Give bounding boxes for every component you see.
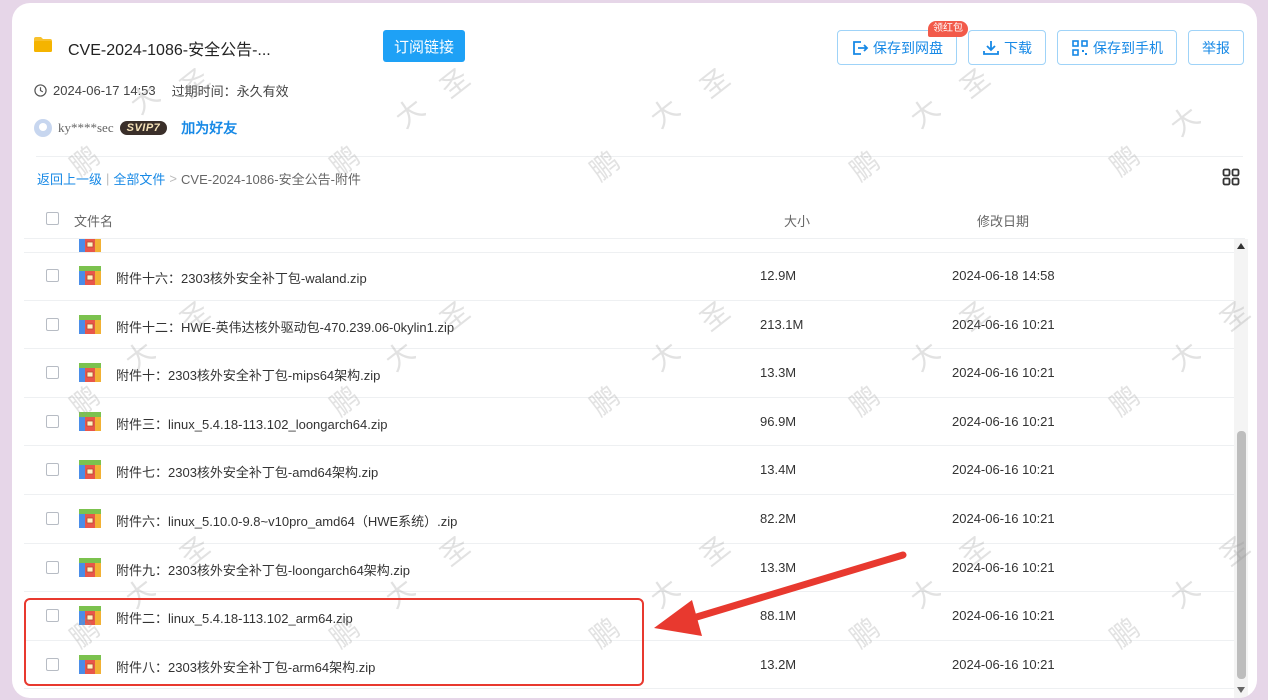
table-row[interactable]: 附件二：linux_5.4.18-113.102_arm64.zip 88.1M 2… <box>24 591 1234 641</box>
file-name[interactable]: 附件七：2303核外安全补丁包-amd64架构.zip <box>116 462 378 481</box>
breadcrumb-separator: | <box>106 171 110 186</box>
file-name[interactable]: 附件九：2303核外安全补丁包-loongarch64架构.zip <box>116 560 410 579</box>
download-button[interactable]: 下载 <box>968 30 1046 65</box>
share-title: CVE-2024-1086-安全公告-... <box>68 42 271 59</box>
row-checkbox[interactable] <box>46 366 59 380</box>
breadcrumb-arrow: > <box>169 171 178 186</box>
file-date: 2024-06-16 10:21 <box>952 365 1055 381</box>
zip-file-icon <box>79 654 101 674</box>
expire-info: 过期时间：永久有效 <box>171 84 289 99</box>
file-name[interactable]: 附件三：linux_5.4.18-113.102_loongarch64.zip <box>116 414 387 433</box>
breadcrumb-current: CVE-2024-1086-安全公告-附件 <box>181 172 361 187</box>
file-name[interactable]: 附件八：2303核外安全补丁包-arm64架构.zip <box>116 657 375 676</box>
qr-code-icon <box>1072 39 1088 56</box>
row-checkbox[interactable] <box>46 560 59 574</box>
file-date: 2024-06-16 10:21 <box>952 413 1055 429</box>
file-date: 2024-06-16 10:21 <box>952 462 1055 478</box>
file-date: 2024-06-16 10:21 <box>952 608 1055 624</box>
zip-file-icon <box>79 266 101 285</box>
row-checkbox[interactable] <box>46 463 59 477</box>
user-name[interactable]: ky****sec <box>58 120 114 136</box>
file-date: 2024-06-16 10:21 <box>952 656 1055 672</box>
zip-file-icon <box>79 460 101 480</box>
download-icon <box>983 40 999 55</box>
breadcrumb: 返回上一级 | 全部文件 > CVE-2024-1086-安全公告-附件 <box>37 169 361 188</box>
scroll-up-arrow[interactable] <box>1237 243 1245 249</box>
select-all-checkbox[interactable] <box>46 212 59 225</box>
file-size: 213.1M <box>760 316 804 332</box>
file-size: 13.4M <box>760 462 797 478</box>
share-time: 2024-06-17 14:53 <box>53 83 156 98</box>
file-date: 2024-06-16 10:21 <box>952 511 1055 526</box>
save-to-phone-button[interactable]: 保存到手机 <box>1057 30 1177 65</box>
clock-icon <box>34 84 47 97</box>
add-friend-link[interactable]: 加为好友 <box>181 118 237 138</box>
zip-file-icon <box>79 363 101 383</box>
scroll-down-arrow[interactable] <box>1237 687 1245 693</box>
save-to-disk-label: 保存到网盘 <box>873 39 943 56</box>
table-row[interactable]: 附件十：2303核外安全补丁包-mips64架构.zip 13.3M 2024-06… <box>24 348 1234 398</box>
report-button[interactable]: 举报 <box>1188 30 1244 65</box>
column-header-size[interactable]: 大小 <box>784 211 810 230</box>
report-label: 举报 <box>1202 39 1230 56</box>
table-row[interactable]: 附件六：linux_5.10.0-9.8~v10pro_amd64（HWE系统）… <box>24 494 1234 544</box>
save-to-disk-icon <box>853 40 869 55</box>
grid-view-icon[interactable] <box>1222 168 1240 186</box>
save-to-phone-label: 保存到手机 <box>1093 39 1163 56</box>
file-name[interactable]: 附件十：2303核外安全补丁包-mips64架构.zip <box>116 365 380 384</box>
file-date: 2024-06-16 10:21 <box>952 316 1055 332</box>
zip-file-icon <box>79 509 101 528</box>
scrollbar-thumb[interactable] <box>1237 431 1246 679</box>
file-name[interactable]: 附件六：linux_5.10.0-9.8~v10pro_amd64（HWE系统）… <box>116 511 457 530</box>
zip-file-icon <box>79 606 101 626</box>
row-checkbox[interactable] <box>46 269 59 282</box>
table-row[interactable]: 附件十二：HWE-英伟达核外驱动包-470.239.06-0kylin1.zip… <box>24 300 1234 350</box>
table-row[interactable]: 附件三：linux_5.4.18-113.102_loongarch64.zip… <box>24 397 1234 447</box>
share-page-card: CVE-2024-1086-安全公告-... 订阅链接 保存到网盘 领红包 下载… <box>12 3 1257 698</box>
column-header-name[interactable]: 文件名 <box>74 211 113 230</box>
file-size: 12.9M <box>760 268 797 283</box>
file-size: 82.2M <box>760 511 797 526</box>
file-size: 13.3M <box>760 559 797 575</box>
breadcrumb-back-link[interactable]: 返回上一级 <box>37 169 102 188</box>
file-table-header: 文件名 大小 修改日期 <box>24 200 1245 239</box>
subscribe-button[interactable]: 订阅链接 <box>383 30 465 62</box>
breadcrumb-all-files-link[interactable]: 全部文件 <box>113 169 165 188</box>
folder-icon <box>34 37 52 52</box>
red-envelope-badge[interactable]: 领红包 <box>928 21 968 37</box>
file-date: 2024-06-18 14:58 <box>952 268 1055 283</box>
file-size: 96.9M <box>760 413 797 429</box>
row-checkbox[interactable] <box>46 609 59 623</box>
file-size: 88.1M <box>760 608 797 624</box>
table-row[interactable]: 附件九：2303核外安全补丁包-loongarch64架构.zip 13.3M 20… <box>24 543 1234 593</box>
table-row[interactable]: 附件八：2303核外安全补丁包-arm64架构.zip 13.2M 2024-06-… <box>24 640 1234 690</box>
table-row[interactable]: 附件七：2303核外安全补丁包-amd64架构.zip 13.4M 2024-06-… <box>24 445 1234 495</box>
file-name[interactable]: 附件十六：2303核外安全补丁包-waland.zip <box>116 268 367 287</box>
zip-file-icon <box>79 411 101 431</box>
row-checkbox[interactable] <box>46 512 59 525</box>
zip-file-icon <box>79 557 101 577</box>
file-name[interactable]: 附件十二：HWE-英伟达核外驱动包-470.239.06-0kylin1.zip <box>116 317 454 336</box>
download-label: 下载 <box>1004 39 1032 56</box>
row-checkbox[interactable] <box>46 414 59 428</box>
file-list: 附件十六：2303核外安全补丁包-waland.zip 12.9M 2024-06-… <box>24 239 1234 698</box>
zip-file-icon <box>79 314 101 334</box>
file-name[interactable]: 附件二：linux_5.4.18-113.102_arm64.zip <box>116 608 353 627</box>
file-size: 13.2M <box>760 656 797 672</box>
table-row[interactable]: 附件十六：2303核外安全补丁包-waland.zip 12.9M 2024-06-… <box>24 251 1234 301</box>
row-checkbox[interactable] <box>46 317 59 331</box>
file-size: 13.3M <box>760 365 797 381</box>
avatar[interactable] <box>34 119 52 137</box>
vip-badge: SVIP7 <box>119 121 168 135</box>
header-divider <box>36 156 1243 157</box>
sharer-info: ky****sec SVIP7 加为好友 <box>34 118 237 138</box>
row-checkbox[interactable] <box>46 657 59 671</box>
share-meta: 2024-06-17 14:53 过期时间：永久有效 <box>34 81 289 100</box>
column-header-date[interactable]: 修改日期 <box>977 211 1029 230</box>
file-date: 2024-06-16 10:21 <box>952 559 1055 575</box>
